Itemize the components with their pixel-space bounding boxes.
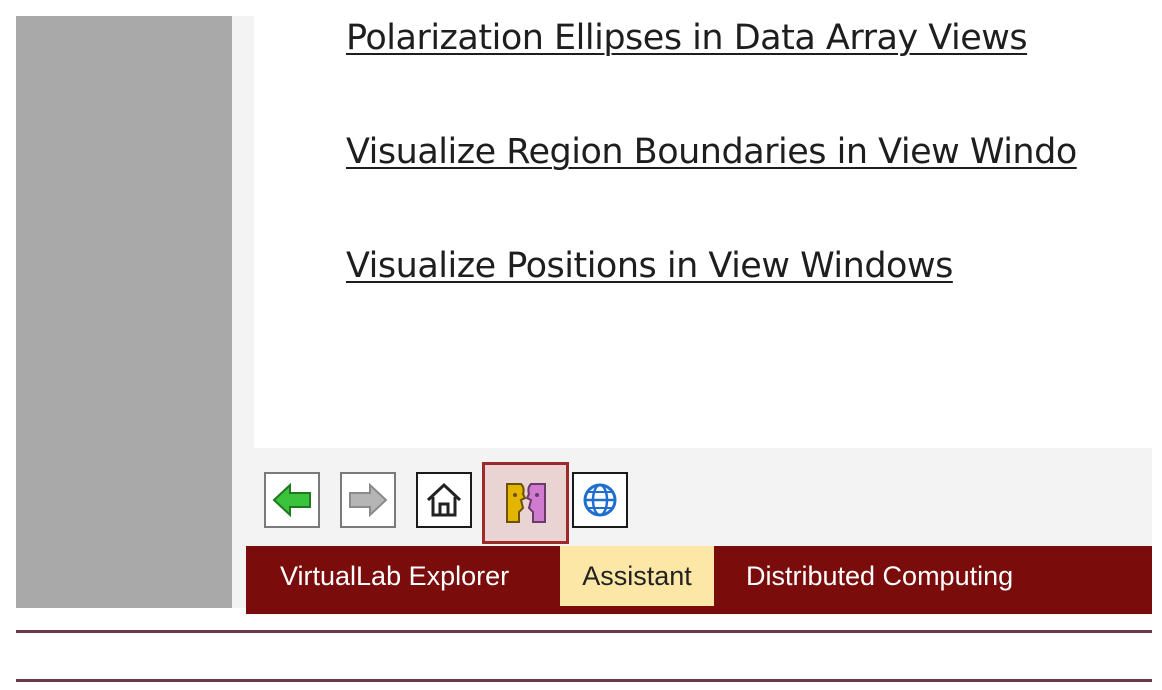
web-button[interactable] — [572, 472, 628, 528]
forward-arrow-icon — [349, 482, 388, 518]
content-area: Polarization Ellipses in Data Array View… — [254, 16, 1152, 448]
divider-line — [16, 679, 1152, 682]
panel-divider — [232, 16, 254, 608]
tab-virtuallab-explorer[interactable]: VirtualLab Explorer — [280, 546, 509, 606]
back-arrow-icon — [272, 482, 311, 518]
assistant-faces-icon — [505, 483, 546, 523]
left-panel — [16, 16, 232, 608]
assistant-button[interactable] — [482, 462, 569, 544]
back-button[interactable] — [264, 472, 320, 528]
home-button[interactable] — [416, 472, 472, 528]
tab-distributed-computing[interactable]: Distributed Computing — [746, 546, 1013, 606]
tab-assistant[interactable]: Assistant — [560, 546, 714, 606]
link-region-boundaries[interactable]: Visualize Region Boundaries in View Wind… — [346, 132, 1077, 172]
home-icon — [426, 482, 462, 517]
globe-icon — [583, 483, 617, 517]
link-polarization-ellipses[interactable]: Polarization Ellipses in Data Array View… — [346, 18, 1028, 58]
forward-button[interactable] — [340, 472, 396, 528]
tab-bar: VirtualLab Explorer Assistant Distribute… — [246, 546, 1152, 614]
link-visualize-positions[interactable]: Visualize Positions in View Windows — [346, 246, 953, 286]
divider-line — [16, 630, 1152, 633]
